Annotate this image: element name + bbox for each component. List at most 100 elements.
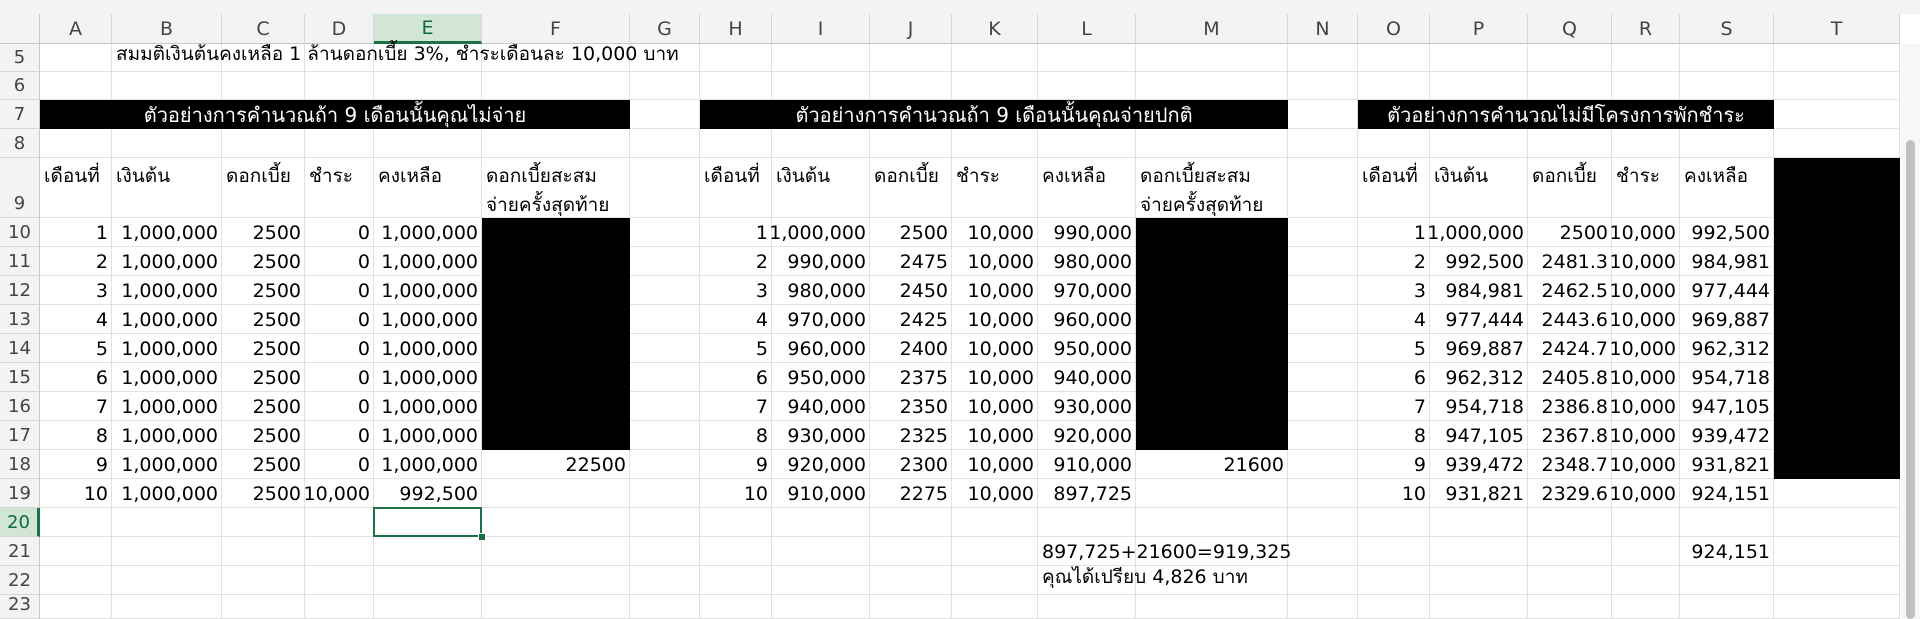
header-accrued-skip: ดอกเบี้ยสะสม จ่ายครั้งสุดท้าย xyxy=(486,165,610,216)
column-header-a[interactable]: A xyxy=(40,14,112,44)
column-header-k[interactable]: K xyxy=(952,14,1038,44)
section-title-normal: ตัวอย่างการคำนวณถ้า 9 เดือนนั้นคุณจ่ายปก… xyxy=(795,102,1193,127)
row-header-10[interactable]: 10 xyxy=(0,218,40,247)
cell-none-principal: 962,312 xyxy=(1445,367,1524,389)
cell-normal-payment: 10,000 xyxy=(967,454,1034,476)
column-header-o[interactable]: O xyxy=(1358,14,1430,44)
row-header-19[interactable]: 19 xyxy=(0,479,40,508)
row-header-6[interactable]: 6 xyxy=(0,72,40,100)
cell-skip-principal: 1,000,000 xyxy=(121,280,218,302)
cell-none-balance: 954,718 xyxy=(1691,367,1770,389)
assumption-text: สมมติเงินต้นคงเหลือ 1 ล้านดอกเบี้ย 3%, ช… xyxy=(116,43,679,65)
header-month-skip: เดือนที่ xyxy=(44,165,100,187)
masked-block-2 xyxy=(1136,218,1288,450)
cell-skip-principal: 1,000,000 xyxy=(121,454,218,476)
column-header-s[interactable]: S xyxy=(1680,14,1774,44)
cell-normal-principal: 960,000 xyxy=(787,338,866,360)
header-month-none: เดือนที่ xyxy=(1362,165,1418,187)
row-header-23[interactable]: 23 xyxy=(0,594,40,619)
cell-none-payment: 10,000 xyxy=(1609,309,1676,331)
spreadsheet-grid[interactable]: ABCDEFGHIJKLMNOPQRST 5 6 7 8 9 10 11 12 13 14 15 16… xyxy=(0,0,1920,619)
cell-skip-payment: 10,000 xyxy=(303,483,370,505)
gridline-h xyxy=(40,594,1900,595)
row-header-14[interactable]: 14 xyxy=(0,334,40,363)
column-header-j[interactable]: J xyxy=(870,14,952,44)
header-interest-skip: ดอกเบี้ย xyxy=(226,165,291,187)
cell-skip-interest: 2500 xyxy=(252,309,301,331)
cell-normal-principal: 920,000 xyxy=(787,454,866,476)
cell-none-principal: 969,887 xyxy=(1445,338,1524,360)
cell-none-principal: 984,981 xyxy=(1445,280,1524,302)
row-header-9[interactable]: 9 xyxy=(0,158,40,218)
header-accrued-normal: ดอกเบี้ยสะสม จ่ายครั้งสุดท้าย xyxy=(1140,165,1264,216)
cell-none-interest: 2405.8 xyxy=(1541,367,1608,389)
cell-skip-balance: 1,000,000 xyxy=(381,280,478,302)
cell-normal-principal: 970,000 xyxy=(787,309,866,331)
active-cell-e20[interactable] xyxy=(373,507,482,537)
cell-normal-interest: 2350 xyxy=(899,396,948,418)
row-header-17[interactable]: 17 xyxy=(0,421,40,450)
cell-none-payment: 10,000 xyxy=(1609,454,1676,476)
cell-none-principal: 954,718 xyxy=(1445,396,1524,418)
cell-skip-balance: 1,000,000 xyxy=(381,367,478,389)
scrollbar-thumb[interactable] xyxy=(1906,140,1915,619)
cell-none-payment: 10,000 xyxy=(1609,483,1676,505)
column-header-t[interactable]: T xyxy=(1774,14,1900,44)
summary-none-total: 924,151 xyxy=(1691,541,1770,563)
column-header-p[interactable]: P xyxy=(1430,14,1528,44)
cell-skip-month: 1 xyxy=(95,222,108,244)
cell-skip-month: 9 xyxy=(95,454,108,476)
row-header-5[interactable]: 5 xyxy=(0,44,40,72)
cell-none-balance: 947,105 xyxy=(1691,396,1770,418)
cell-none-balance: 924,151 xyxy=(1691,483,1770,505)
cell-normal-month: 2 xyxy=(755,251,768,273)
section-title-skip: ตัวอย่างการคำนวณถ้า 9 เดือนนั้นคุณไม่จ่า… xyxy=(143,102,527,127)
cell-skip-month: 6 xyxy=(95,367,108,389)
column-header-r[interactable]: R xyxy=(1612,14,1680,44)
header-interest-normal: ดอกเบี้ย xyxy=(874,165,939,187)
row-header-13[interactable]: 13 xyxy=(0,305,40,334)
cell-normal-month: 9 xyxy=(755,454,768,476)
column-header-i[interactable]: I xyxy=(772,14,870,44)
cell-none-principal: 1,000,000 xyxy=(1427,222,1524,244)
cell-none-payment: 10,000 xyxy=(1609,425,1676,447)
cell-skip-payment: 0 xyxy=(357,222,370,244)
row-header-7[interactable]: 7 xyxy=(0,100,40,129)
summary-benefit: คุณได้เปรียบ 4,826 บาท xyxy=(1042,566,1248,588)
cell-normal-balance: 960,000 xyxy=(1053,309,1132,331)
header-month-normal: เดือนที่ xyxy=(704,165,760,187)
cell-normal-month: 1 xyxy=(755,222,768,244)
row-header-8[interactable]: 8 xyxy=(0,129,40,158)
row-header-15[interactable]: 15 xyxy=(0,363,40,392)
header-balance-none: คงเหลือ xyxy=(1684,165,1749,187)
cell-normal-month: 3 xyxy=(755,280,768,302)
column-header-n[interactable]: N xyxy=(1288,14,1358,44)
cell-none-month: 5 xyxy=(1413,338,1426,360)
select-all-corner[interactable] xyxy=(0,14,40,44)
cell-normal-payment: 10,000 xyxy=(967,483,1034,505)
cell-normal-payment: 10,000 xyxy=(967,367,1034,389)
cell-none-month: 3 xyxy=(1413,280,1426,302)
ribbon-strip xyxy=(0,0,1920,14)
cell-normal-principal: 910,000 xyxy=(787,483,866,505)
cell-skip-principal: 1,000,000 xyxy=(121,367,218,389)
row-header-22[interactable]: 22 xyxy=(0,566,40,595)
cell-normal-balance: 970,000 xyxy=(1053,280,1132,302)
row-header-11[interactable]: 11 xyxy=(0,247,40,276)
cell-skip-interest: 2500 xyxy=(252,454,301,476)
header-principal-none: เงินต้น xyxy=(1434,165,1489,187)
row-header-21[interactable]: 21 xyxy=(0,537,40,566)
column-header-m[interactable]: M xyxy=(1136,14,1288,44)
cell-none-month: 6 xyxy=(1413,367,1426,389)
row-header-20[interactable]: 20 xyxy=(0,508,40,537)
row-header-16[interactable]: 16 xyxy=(0,392,40,421)
column-header-h[interactable]: H xyxy=(700,14,772,44)
cell-none-month: 8 xyxy=(1413,425,1426,447)
column-header-l[interactable]: L xyxy=(1038,14,1136,44)
cell-none-payment: 10,000 xyxy=(1609,280,1676,302)
column-header-q[interactable]: Q xyxy=(1528,14,1612,44)
fill-handle[interactable] xyxy=(478,533,486,541)
row-header-18[interactable]: 18 xyxy=(0,450,40,479)
cell-none-balance: 984,981 xyxy=(1691,251,1770,273)
row-header-12[interactable]: 12 xyxy=(0,276,40,305)
